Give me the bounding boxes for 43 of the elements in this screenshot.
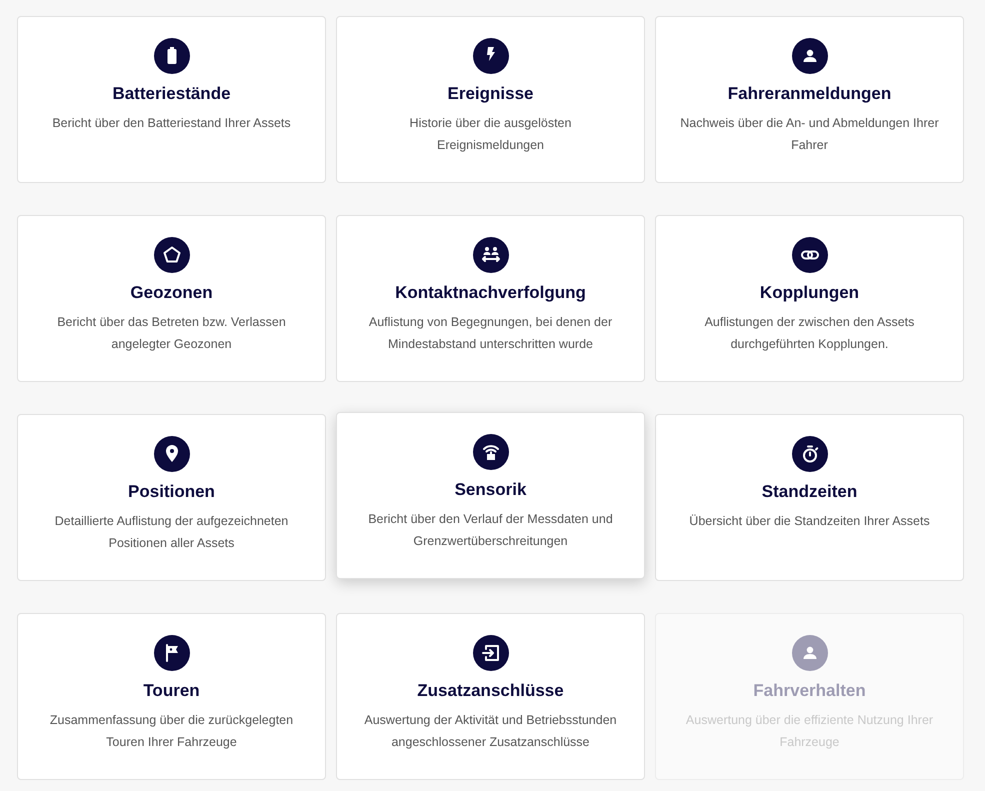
battery-icon <box>154 38 190 74</box>
card-description: Nachweis über die An- und Abmeldungen Ihrer Fahrer <box>679 115 940 154</box>
report-card[interactable]: Positionen Detaillierte Auflistung der aufgezeichneten Positionen aller Assets <box>17 414 326 581</box>
card-description: Zusammenfassung über die zurückgelegten Touren Ihrer Fahrzeuge <box>48 712 294 751</box>
report-card[interactable]: Ereignisse Historie über die ausgelösten Ereignismeldungen <box>336 16 645 183</box>
card-title: Ereignisse <box>448 83 534 105</box>
map-pin-icon <box>154 436 190 472</box>
card-title: Sensorik <box>454 479 526 501</box>
card-title: Kopplungen <box>760 282 860 304</box>
person-icon <box>792 635 828 671</box>
card-title: Zusatzanschlüsse <box>417 680 564 702</box>
card-description: Detaillierte Auflistung der aufgezeichneten Positionen aller Assets <box>54 513 290 552</box>
card-description: Auswertung der Aktivität und Betriebsstunden angeschlossener Zusatzanschlüsse <box>363 712 618 751</box>
card-title: Geozonen <box>130 282 213 304</box>
card-description: Auflistung von Begegnungen, bei denen der Mindestabstand unterschritten wurde <box>368 314 614 353</box>
report-card[interactable]: Kontaktnachverfolgung Auflistung von Begegnungen, bei denen der Mindestabstand unterschritten wurde <box>336 215 645 382</box>
card-description: Bericht über den Verlauf der Messdaten und Grenzwertüberschreitungen <box>367 511 614 550</box>
report-card[interactable]: Fahreranmeldungen Nachweis über die An- und Abmeldungen Ihrer Fahrer <box>655 16 964 183</box>
person-icon <box>792 38 828 74</box>
card-title: Fahrverhalten <box>753 680 866 702</box>
card-description: Übersicht über die Standzeiten Ihrer Assets <box>689 513 930 530</box>
report-card[interactable]: Kopplungen Auflistungen der zwischen den Assets durchgeführten Kopplungen. <box>655 215 964 382</box>
report-card[interactable]: Sensorik Bericht über den Verlauf der Messdaten und Grenzwertüberschreitungen <box>336 412 645 579</box>
card-title: Positionen <box>128 481 215 503</box>
report-card[interactable]: Batteriestände Bericht über den Batteriestand Ihrer Assets <box>17 16 326 183</box>
card-title: Standzeiten <box>762 481 858 503</box>
card-description: Auflistungen der zwischen den Assets durchgeführten Kopplungen. <box>704 314 916 353</box>
card-title: Fahreranmeldungen <box>728 83 892 105</box>
card-description: Bericht über den Batteriestand Ihrer Assets <box>52 115 291 132</box>
report-card[interactable]: Zusatzanschlüsse Auswertung der Aktivität und Betriebsstunden angeschlossener Zusatzanschlüsse <box>336 613 645 780</box>
report-card[interactable]: Touren Zusammenfassung über die zurückgelegten Touren Ihrer Fahrzeuge <box>17 613 326 780</box>
link-icon <box>792 237 828 273</box>
stopwatch-icon <box>792 436 828 472</box>
flag-icon <box>154 635 190 671</box>
card-description: Bericht über das Betreten bzw. Verlassen angelegter Geozonen <box>56 314 287 353</box>
card-title: Kontaktnachverfolgung <box>395 282 586 304</box>
report-card[interactable]: Standzeiten Übersicht über die Standzeiten Ihrer Assets <box>655 414 964 581</box>
lightning-bolt-icon <box>472 38 508 74</box>
card-title: Touren <box>143 680 200 702</box>
report-card[interactable]: Geozonen Bericht über das Betreten bzw. Verlassen angelegter Geozonen <box>17 215 326 382</box>
card-description: Historie über die ausgelösten Ereignismeldungen <box>408 115 572 154</box>
signal-sensor-icon <box>472 434 508 470</box>
card-title: Batteriestände <box>112 83 231 105</box>
